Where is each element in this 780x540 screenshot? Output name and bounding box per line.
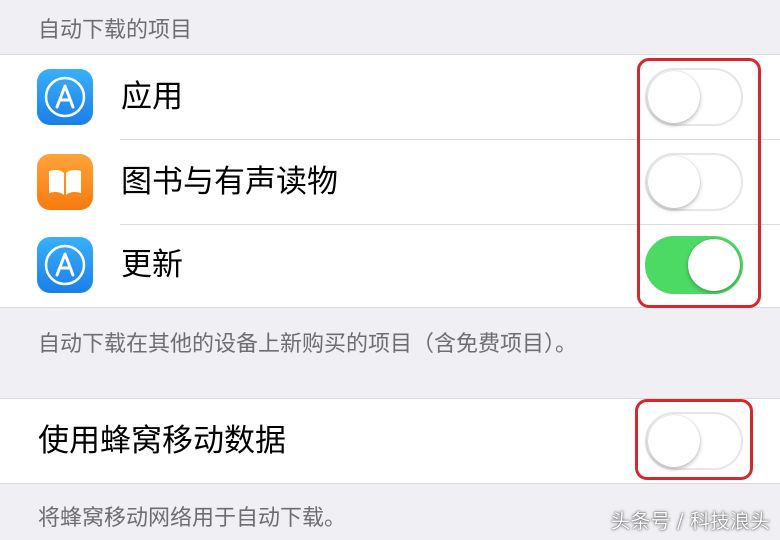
app-store-icon: [37, 237, 93, 293]
cellular-data-label: 使用蜂窝移动数据: [38, 423, 286, 459]
auto-downloads-footer: 自动下载在其他的设备上新购买的项目（含免费项目）。: [38, 332, 578, 357]
books-icon: [37, 154, 93, 210]
cellular-footer: 将蜂窝移动网络用于自动下载。: [38, 506, 347, 531]
cellular-toggle-highlight-box: [635, 399, 753, 480]
row-label-apps: 应用: [121, 79, 183, 115]
auto-downloads-section-header: 自动下载的项目: [38, 18, 193, 43]
app-store-icon: [37, 69, 93, 125]
watermark: 头条号 / 科技浪头: [610, 509, 770, 533]
row-label-updates: 更新: [121, 247, 183, 283]
row-label-books: 图书与有声读物: [121, 164, 338, 200]
toggles-highlight-box: [637, 58, 761, 308]
